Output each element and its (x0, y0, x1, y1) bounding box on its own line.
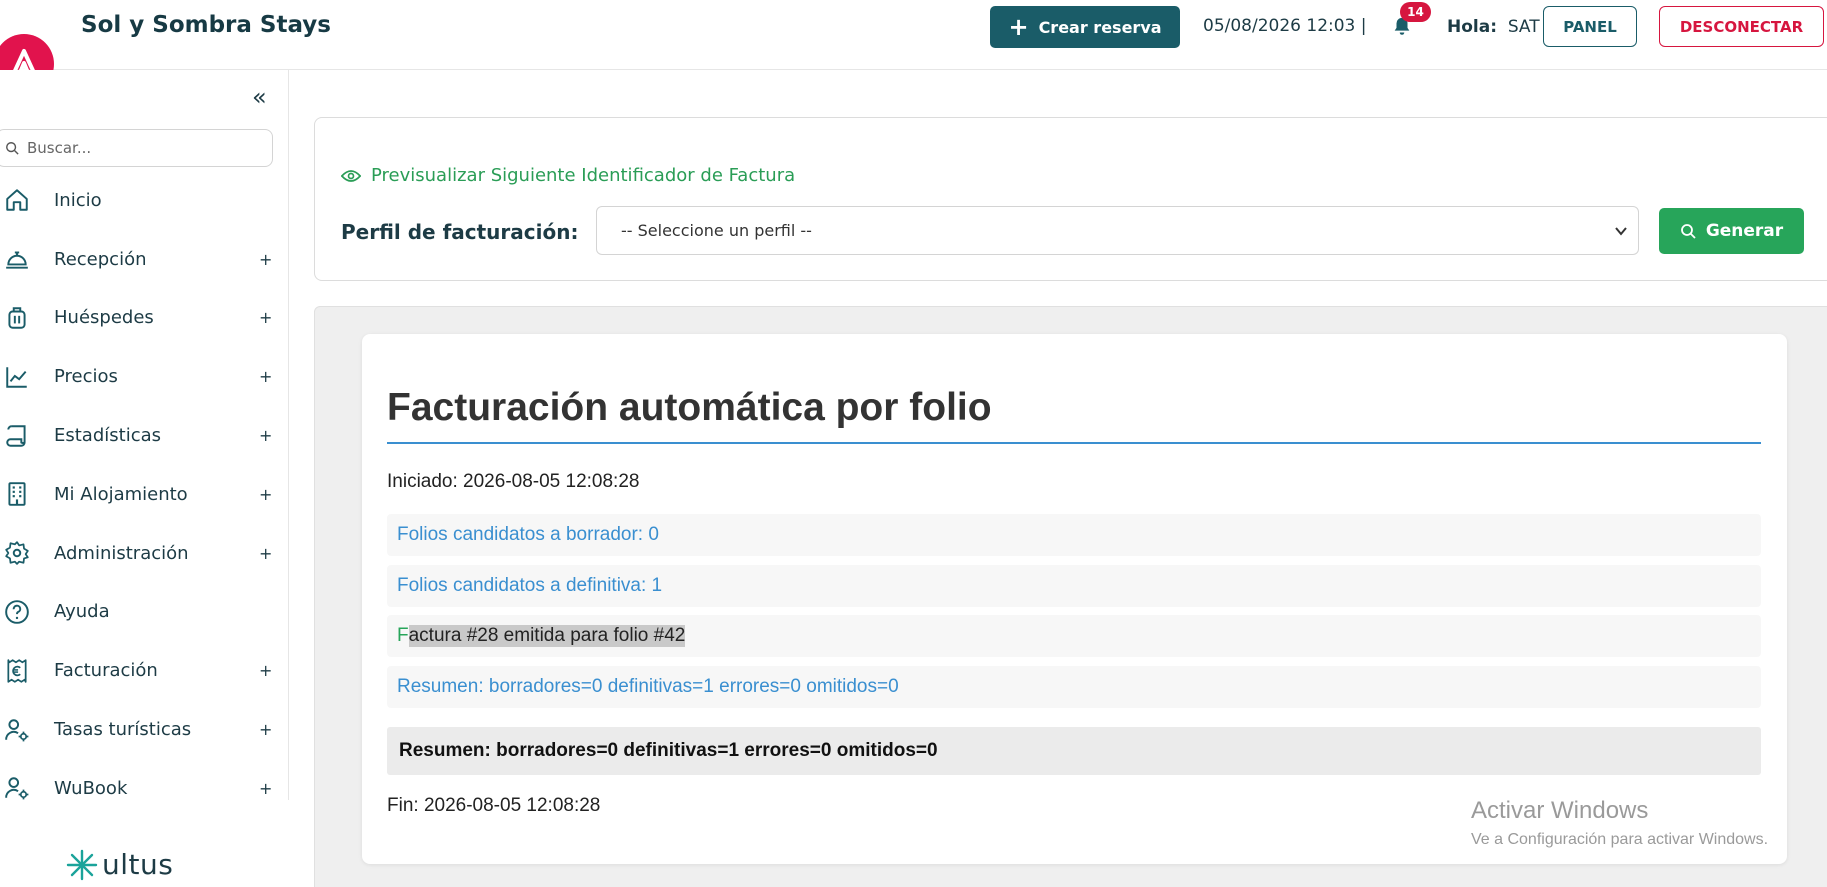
bell-desk-icon (4, 246, 30, 272)
generate-button-label: Generar (1705, 221, 1784, 241)
expand-icon[interactable]: + (259, 720, 272, 739)
expand-icon[interactable]: + (259, 426, 272, 445)
sidebar-item-recepcion[interactable]: Recepción + (0, 230, 289, 289)
sidebar-item-label: WuBook (54, 777, 128, 799)
auto-billing-results-card: Facturación automática por folio Iniciad… (362, 334, 1787, 864)
sidebar-item-inicio[interactable]: Inicio (0, 171, 289, 230)
sidebar-item-label: Recepción (54, 248, 147, 270)
expand-icon[interactable]: + (259, 485, 272, 504)
sidebar-item-huespedes[interactable]: Huéspedes + (0, 289, 289, 348)
luggage-icon (4, 305, 30, 331)
ultus-wordmark: ultus (102, 848, 174, 881)
results-title: Facturación automática por folio (387, 386, 992, 429)
log-line: Folios candidatos a borrador: 0 (387, 514, 1761, 556)
collapse-sidebar-icon[interactable]: « (252, 85, 267, 109)
sidebar: « Inicio Recepción + Huéspedes + (0, 70, 289, 800)
log-line: Folios candidatos a definitiva: 1 (387, 565, 1761, 607)
gear-icon (4, 540, 30, 566)
sidebar-item-label: Inicio (54, 189, 102, 211)
sidebar-nav: Inicio Recepción + Huéspedes + Precios + (0, 171, 289, 818)
top-header: Sol y Sombra Stays + Crear reserva 05/08… (0, 0, 1827, 70)
finished-timestamp: Fin: 2026-08-05 12:08:28 (387, 795, 601, 816)
summary-box: Resumen: borradores=0 definitivas=1 erro… (387, 727, 1761, 775)
eye-icon (341, 169, 361, 182)
chart-line-icon (4, 364, 30, 390)
windows-activation-watermark: Activar Windows Ve a Configuración para … (1471, 797, 1768, 849)
sidebar-item-facturacion[interactable]: Facturación + (0, 641, 289, 700)
user-greeting: Hola: SAT (1447, 17, 1540, 37)
user-gear-icon (4, 775, 30, 801)
sidebar-item-mi-alojamiento[interactable]: Mi Alojamiento + (0, 465, 289, 524)
expand-icon[interactable]: + (259, 308, 272, 327)
watermark-subtitle: Ve a Configuración para activar Windows. (1471, 831, 1769, 848)
sidebar-item-label: Estadísticas (54, 425, 162, 447)
emitted-first-letter: F (397, 625, 409, 646)
logout-button[interactable]: DESCONECTAR (1659, 6, 1824, 47)
search-icon (1680, 224, 1696, 239)
greeting-label: Hola: (1447, 17, 1498, 37)
create-booking-button[interactable]: + Crear reserva (990, 6, 1180, 48)
ultus-star-icon (66, 849, 98, 880)
plus-icon: + (1008, 13, 1029, 41)
expand-icon[interactable]: + (259, 250, 272, 269)
log-line-summary: Resumen: borradores=0 definitivas=1 erro… (387, 666, 1761, 708)
chevron-down-icon (1615, 227, 1627, 236)
sidebar-item-tasas-turisticas[interactable]: Tasas turísticas + (0, 700, 289, 759)
sidebar-item-estadisticas[interactable]: Estadísticas + (0, 406, 289, 465)
notification-badge: 14 (1400, 2, 1431, 22)
user-gear-icon (4, 717, 30, 743)
sidebar-item-label: Tasas turísticas (54, 719, 192, 741)
search-input[interactable] (27, 139, 247, 157)
billing-profile-label: Perfil de facturación: (341, 220, 579, 244)
generate-button[interactable]: Generar (1659, 208, 1804, 254)
greeting-user: SAT (1507, 17, 1540, 37)
started-timestamp: Iniciado: 2026-08-05 12:08:28 (387, 471, 640, 492)
invoice-preview-card: Previsualizar Siguiente Identificador de… (314, 117, 1827, 281)
expand-icon[interactable]: + (259, 367, 272, 386)
expand-icon[interactable]: + (259, 544, 272, 563)
help-circle-icon (4, 599, 30, 625)
billing-profile-select[interactable]: -- Seleccione un perfil -- (596, 206, 1639, 255)
sidebar-item-label: Administración (54, 542, 189, 564)
log-line-emitted: Factura #28 emitida para folio #42 (387, 615, 1761, 657)
sidebar-item-label: Huéspedes (54, 307, 154, 329)
preview-link-label: Previsualizar Siguiente Identificador de… (371, 165, 796, 186)
euro-receipt-icon (4, 658, 30, 684)
building-icon (4, 481, 30, 507)
panel-button[interactable]: PANEL (1543, 6, 1637, 47)
watermark-title: Activar Windows (1471, 797, 1649, 824)
ultus-brand: ultus (66, 848, 173, 881)
sidebar-item-label: Mi Alojamiento (54, 483, 188, 505)
sidebar-item-label: Facturación (54, 660, 158, 682)
scroll-icon (4, 423, 30, 449)
billing-profile-selected: -- Seleccione un perfil -- (621, 221, 812, 240)
create-booking-label: Crear reserva (1038, 17, 1162, 37)
sidebar-item-precios[interactable]: Precios + (0, 347, 289, 406)
sidebar-item-label: Precios (54, 366, 118, 388)
app-title: Sol y Sombra Stays (81, 12, 331, 38)
sidebar-item-administracion[interactable]: Administración + (0, 524, 289, 583)
sidebar-item-wubook[interactable]: WuBook + (0, 759, 289, 818)
preview-next-invoice-link[interactable]: Previsualizar Siguiente Identificador de… (341, 165, 795, 186)
sidebar-item-label: Ayuda (54, 601, 110, 623)
expand-icon[interactable]: + (259, 661, 272, 680)
home-icon (4, 187, 30, 213)
sidebar-item-ayuda[interactable]: Ayuda (0, 583, 289, 642)
current-datetime: 05/08/2026 12:03 | (1203, 16, 1367, 36)
expand-icon[interactable]: + (259, 779, 272, 798)
title-divider (387, 442, 1761, 444)
search-icon (6, 142, 19, 155)
emitted-text: actura #28 emitida para folio #42 (408, 625, 686, 647)
sidebar-search[interactable] (0, 129, 273, 167)
